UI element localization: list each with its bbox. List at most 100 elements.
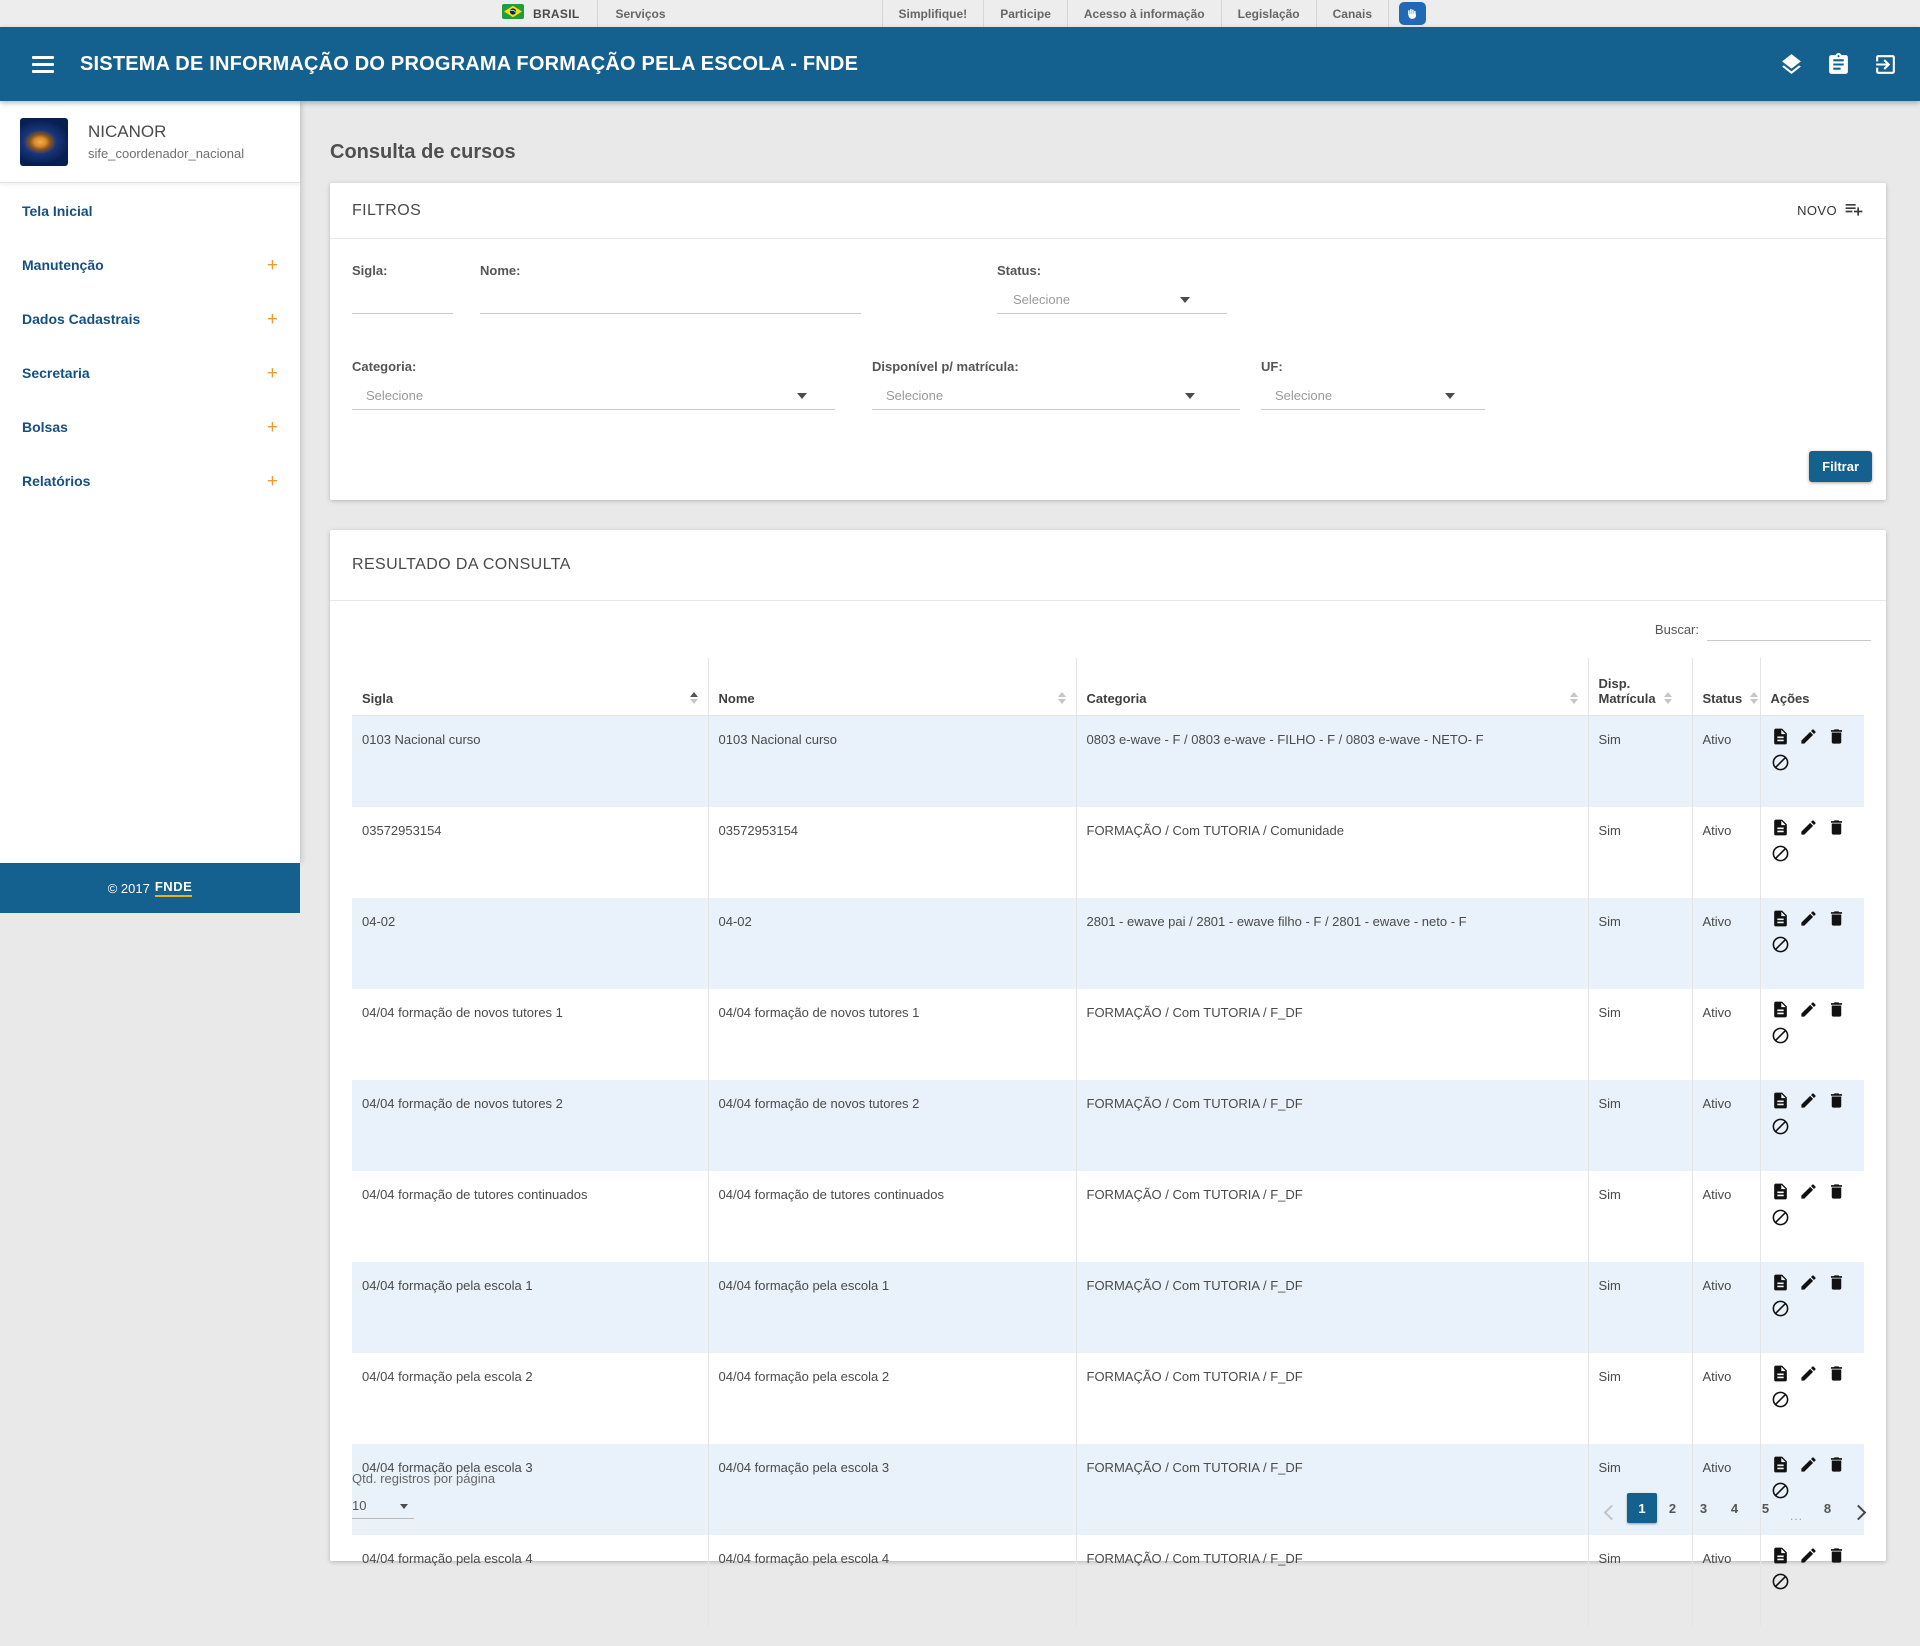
delete-icon[interactable] [1827,1364,1846,1383]
cell-nome: 04-02 [708,898,1076,989]
gov-link[interactable]: Acesso à informação [1067,0,1221,27]
sort-icon[interactable] [690,692,698,706]
file-icon[interactable] [1771,1091,1790,1110]
file-icon[interactable] [1771,909,1790,928]
sidebar-item-bolsas[interactable]: Bolsas+ [0,400,300,454]
edit-icon[interactable] [1799,909,1818,928]
sigla-input[interactable] [352,285,453,314]
search-input[interactable] [1707,614,1871,641]
block-icon[interactable] [1771,1572,1790,1591]
cell-status: Ativo [1692,1353,1760,1444]
expand-plus-icon[interactable]: + [267,256,278,275]
libras-hands-icon[interactable] [1399,2,1426,25]
edit-icon[interactable] [1799,1091,1818,1110]
block-icon[interactable] [1771,1026,1790,1045]
gov-link[interactable]: Simplifique! [882,0,984,27]
delete-icon[interactable] [1827,1182,1846,1201]
gov-accessibility[interactable] [1388,0,1436,27]
gov-link[interactable]: Canais [1316,0,1388,27]
file-icon[interactable] [1771,1364,1790,1383]
block-icon[interactable] [1771,1299,1790,1318]
expand-plus-icon[interactable]: + [267,310,278,329]
gov-top-bar: BRASIL Serviços Simplifique!ParticipeAce… [0,0,1920,28]
col-header-sigla[interactable]: Sigla [352,658,708,716]
edit-icon[interactable] [1799,1364,1818,1383]
gov-link-servicos[interactable]: Serviços [598,0,682,27]
per-page-select[interactable]: 10 [352,1492,414,1519]
file-icon[interactable] [1771,1546,1790,1565]
edit-icon[interactable] [1799,727,1818,746]
fnde-link[interactable]: FNDE [155,879,192,897]
edit-icon[interactable] [1799,1455,1818,1474]
nome-input[interactable] [480,285,861,314]
logout-icon[interactable] [1873,52,1898,77]
categoria-select[interactable]: Selecione [352,381,835,410]
col-header-nome[interactable]: Nome [708,658,1076,716]
file-icon[interactable] [1771,1000,1790,1019]
col-header-categoria[interactable]: Categoria [1076,658,1588,716]
col-header-status[interactable]: Status [1692,658,1760,716]
edit-icon[interactable] [1799,1546,1818,1565]
block-icon[interactable] [1771,844,1790,863]
gov-brand-label: BRASIL [533,7,579,21]
per-page-value: 10 [352,1498,366,1513]
block-icon[interactable] [1771,1117,1790,1136]
block-icon[interactable] [1771,753,1790,772]
sort-icon[interactable] [1750,692,1758,706]
gov-brand[interactable]: BRASIL [484,0,598,27]
sort-icon[interactable] [1664,692,1672,706]
sidebar-item-secretaria[interactable]: Secretaria+ [0,346,300,400]
block-icon[interactable] [1771,1390,1790,1409]
file-icon[interactable] [1771,727,1790,746]
delete-icon[interactable] [1827,909,1846,928]
sidebar-item-tela-inicial[interactable]: Tela Inicial [0,184,300,238]
delete-icon[interactable] [1827,1091,1846,1110]
expand-plus-icon[interactable]: + [267,472,278,491]
expand-plus-icon[interactable]: + [267,364,278,383]
delete-icon[interactable] [1827,1455,1846,1474]
delete-icon[interactable] [1827,727,1846,746]
edit-icon[interactable] [1799,818,1818,837]
delete-icon[interactable] [1827,1546,1846,1565]
gov-link[interactable]: Participe [983,0,1067,27]
uf-select[interactable]: Selecione [1261,381,1485,410]
status-select[interactable]: Selecione [997,285,1227,314]
hamburger-menu-icon[interactable] [32,56,54,73]
expand-plus-icon[interactable]: + [267,418,278,437]
delete-icon[interactable] [1827,1000,1846,1019]
edit-icon[interactable] [1799,1000,1818,1019]
sidebar-item-dados-cadastrais[interactable]: Dados Cadastrais+ [0,292,300,346]
pagination-page-5[interactable]: 5 [1750,1493,1781,1523]
delete-icon[interactable] [1827,1273,1846,1292]
file-icon[interactable] [1771,1273,1790,1292]
layers-icon[interactable] [1779,52,1804,77]
file-icon[interactable] [1771,1182,1790,1201]
file-icon[interactable] [1771,1455,1790,1474]
edit-icon[interactable] [1799,1273,1818,1292]
filtrar-button[interactable]: Filtrar [1809,451,1872,482]
table-row: 04-0204-022801 - ewave pai / 2801 - ewav… [352,898,1864,989]
edit-icon[interactable] [1799,1182,1818,1201]
pagination-page-4[interactable]: 4 [1719,1493,1750,1523]
block-icon[interactable] [1771,1208,1790,1227]
sidebar-item-relatorios[interactable]: Relatórios+ [0,454,300,508]
gov-link[interactable]: Legislação [1221,0,1316,27]
block-icon[interactable] [1771,935,1790,954]
pagination-page-1[interactable]: 1 [1627,1493,1657,1523]
table-row: 04/04 formação pela escola 204/04 formaç… [352,1353,1864,1444]
chevron-right-icon[interactable] [1843,1497,1874,1527]
sidebar-item-manutencao[interactable]: Manutenção+ [0,238,300,292]
sort-icon[interactable] [1570,692,1578,706]
chevron-left-icon[interactable] [1596,1497,1627,1527]
disponivel-select[interactable]: Selecione [872,381,1240,410]
delete-icon[interactable] [1827,818,1846,837]
clipboard-icon[interactable] [1826,52,1851,77]
cell-categoria: FORMAÇÃO / Com TUTORIA / Comunidade [1076,807,1588,898]
pagination-page-3[interactable]: 3 [1688,1493,1719,1523]
sort-icon[interactable] [1058,692,1066,706]
col-header-disp-matricula[interactable]: Disp.Matrícula [1588,658,1692,716]
pagination-page-2[interactable]: 2 [1657,1493,1688,1523]
pagination-page-8[interactable]: 8 [1812,1493,1843,1523]
file-icon[interactable] [1771,818,1790,837]
novo-button[interactable]: NOVO [1797,199,1864,222]
